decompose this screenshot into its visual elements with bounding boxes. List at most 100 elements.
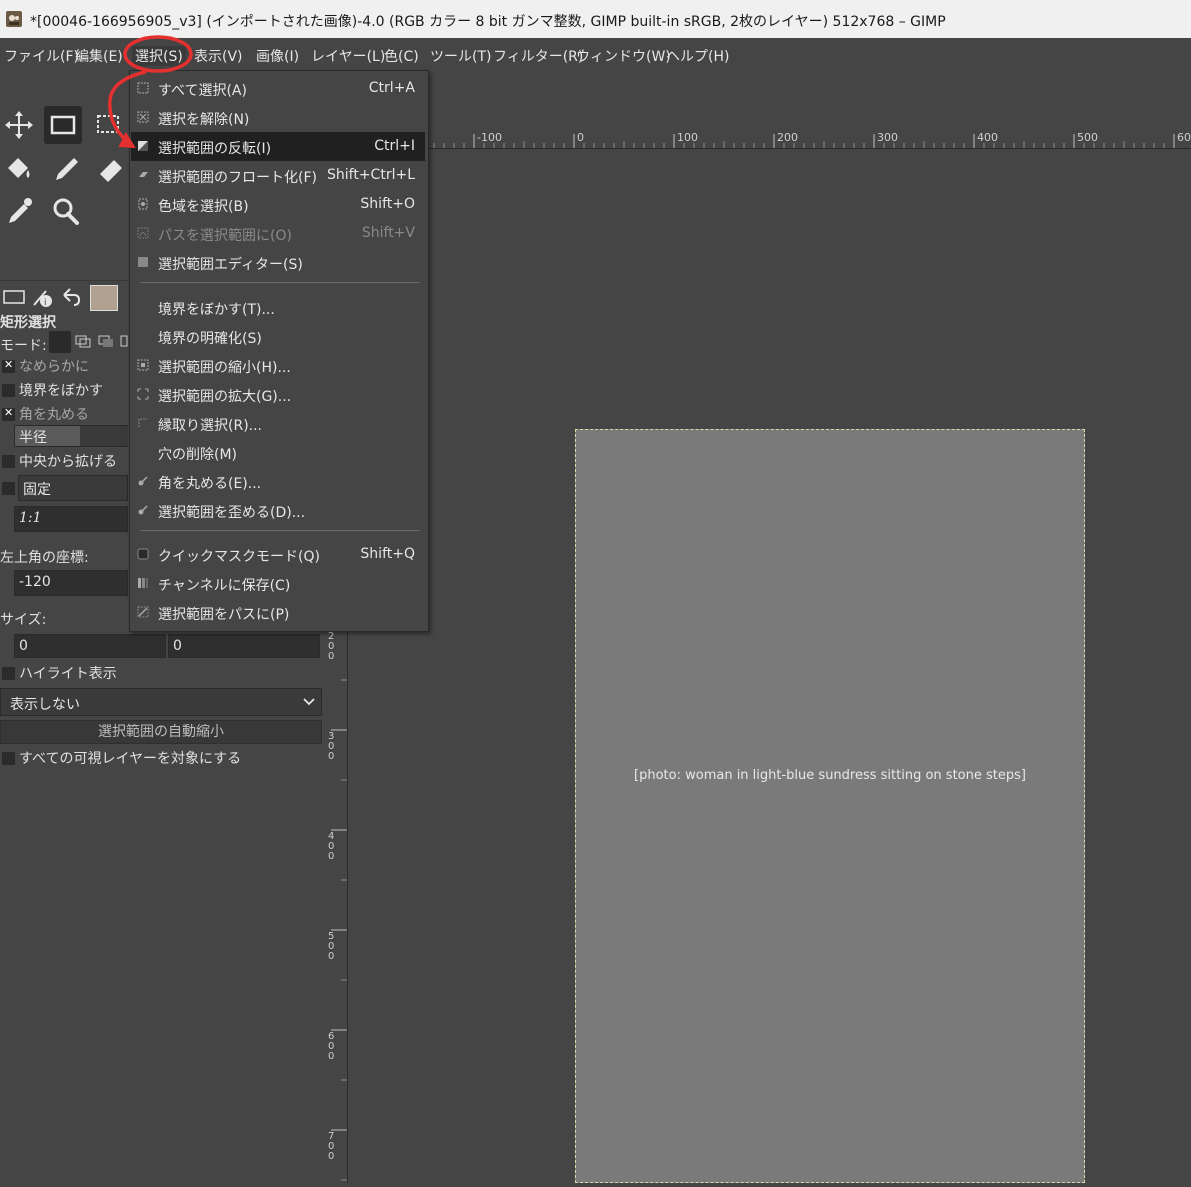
h-tick-label: 500 [1077, 131, 1098, 144]
h-tick-label: 0 [577, 131, 584, 144]
move-tool-icon[interactable] [0, 106, 38, 144]
select-none-icon [137, 111, 149, 123]
menu-filters[interactable]: フィルター(R) [493, 46, 583, 66]
sample-merged-label: すべての可視レイヤーを対象にする [19, 751, 242, 767]
horizontal-ruler: -100 0 100 200 300 400 500 600 [427, 130, 1191, 149]
ratio-value: 1:1 [19, 510, 42, 526]
window-title: *[00046-166956905_v3] (インポートされた画像)-4.0 (… [30, 14, 946, 30]
v-tick-label: 700 [328, 1131, 335, 1162]
position-x-value: -120 [19, 574, 51, 590]
menu-item-selection-to-path[interactable]: 選択範囲をパスに(P) [131, 598, 425, 627]
menu-item-path-to-selection[interactable]: パスを選択範囲に(O) Shift+V [131, 219, 425, 248]
distort-selection-icon [138, 505, 148, 515]
menu-select[interactable]: 選択(S) [132, 46, 186, 66]
v-tick-label: 400 [328, 831, 335, 862]
menu-item-float-selection[interactable]: 選択範囲のフロート化(F) Shift+Ctrl+L [131, 161, 425, 190]
sample-merged-checkbox[interactable] [2, 752, 15, 765]
feather-checkbox[interactable] [2, 384, 15, 397]
menu-item-quick-mask[interactable]: クイックマスクモード(Q) Shift+Q [131, 540, 425, 569]
menu-item-save-to-channel[interactable]: チャンネルに保存(C) [131, 569, 425, 598]
tool-options-tab-icon[interactable] [2, 285, 26, 309]
color-picker-tool-icon[interactable] [0, 192, 38, 230]
menu-item-distort[interactable]: 選択範囲を歪める(D)... [131, 496, 425, 525]
menu-item-sharpen[interactable]: 境界の明確化(S) [131, 322, 425, 351]
fixed-mode-select[interactable]: 固定 [18, 475, 128, 501]
menu-item-border[interactable]: 縁取り選択(R)... [131, 409, 425, 438]
menu-item-remove-holes[interactable]: 穴の削除(M) [131, 438, 425, 467]
bucket-fill-tool-icon[interactable] [0, 150, 38, 188]
menu-windows[interactable]: ウィンドウ(W) [576, 46, 671, 66]
menu-tools[interactable]: ツール(T) [430, 46, 491, 66]
float-selection-icon [139, 172, 148, 177]
menu-colors[interactable]: 色(C) [384, 46, 419, 66]
mode-intersect-icon[interactable] [120, 334, 128, 350]
menu-item-select-by-color[interactable]: 色域を選択(B) Shift+O [131, 190, 425, 219]
size-width-value: 0 [19, 638, 28, 654]
radius-slider-track [80, 426, 128, 446]
v-ruler-ticks [331, 629, 347, 1181]
radius-label: 半径 [19, 430, 47, 446]
save-to-channel-icon [138, 578, 148, 588]
tool-name: 矩形選択 [0, 315, 56, 331]
selection-editor-icon [138, 257, 148, 267]
menu-item-grow[interactable]: 選択範囲の拡大(G)... [131, 380, 425, 409]
menu-item-shrink[interactable]: 選択範囲の縮小(H)... [131, 351, 425, 380]
image-placeholder-label: [photo: woman in light-blue sundress sit… [634, 768, 1026, 784]
menu-image[interactable]: 画像(I) [256, 46, 299, 66]
menu-help[interactable]: ヘルプ(H) [666, 46, 729, 66]
select-menu: すべて選択(A) Ctrl+A 選択を解除(N) 選択範囲の反転(I) Ctrl… [129, 70, 429, 632]
menu-view[interactable]: 表示(V) [194, 46, 243, 66]
menu-edit[interactable]: 編集(E) [75, 46, 123, 66]
ratio-field[interactable]: 1:1 [14, 506, 128, 532]
highlight-checkbox[interactable] [2, 667, 15, 680]
menu-layer[interactable]: レイヤー(L) [311, 46, 385, 66]
rounded-rectangle-icon [138, 476, 148, 486]
image-thumbnail-tab[interactable] [90, 285, 118, 311]
menu-item-selection-editor[interactable]: 選択範囲エディター(S) [131, 248, 425, 277]
antialias-checkbox[interactable] [2, 358, 15, 373]
undo-history-tab-icon[interactable] [58, 285, 82, 309]
rectangle-select-tool-icon[interactable] [44, 106, 82, 144]
menu-item-select-all[interactable]: すべて選択(A) Ctrl+A [131, 74, 425, 103]
selection-to-path-icon [137, 606, 149, 618]
menu-item-feather[interactable]: 境界をぼかす(T)... [131, 293, 425, 322]
position-label: 左上角の座標: [0, 550, 89, 566]
h-tick-label: 200 [777, 131, 798, 144]
vertical-ruler: 200 300 400 500 600 700 [325, 629, 348, 1183]
menu-item-rounded-rectangle[interactable]: 角を丸める(E)... [131, 467, 425, 496]
h-tick-label: 300 [877, 131, 898, 144]
size-width-field[interactable]: 0 [14, 634, 166, 658]
eraser-tool-icon[interactable] [92, 150, 130, 188]
device-status-tab-icon[interactable]: i [30, 285, 54, 309]
chevron-down-icon [303, 698, 315, 706]
zoom-tool-icon[interactable] [46, 192, 84, 230]
mode-subtract-icon[interactable] [97, 334, 115, 350]
transform-tool-icon[interactable] [92, 106, 130, 144]
menu-item-select-none[interactable]: 選択を解除(N) [131, 103, 425, 132]
menu-item-invert-selection[interactable]: 選択範囲の反転(I) Ctrl+I [131, 132, 425, 161]
gimp-icon [6, 11, 22, 27]
guides-dropdown[interactable]: 表示しない [0, 688, 322, 716]
menu-file[interactable]: ファイル(F) [4, 46, 79, 66]
canvas-image[interactable]: [photo: woman in light-blue sundress sit… [575, 429, 1085, 1183]
invert-selection-icon [138, 141, 148, 151]
guides-value: 表示しない [10, 697, 80, 713]
h-tick-label: 400 [977, 131, 998, 144]
toolbox [0, 70, 128, 280]
shrink-selection-icon [137, 359, 149, 371]
mode-add-icon[interactable] [74, 334, 92, 350]
size-label: サイズ: [0, 612, 47, 628]
paintbrush-tool-icon[interactable] [46, 150, 84, 188]
menu-separator [140, 282, 420, 283]
v-tick-label: 500 [328, 931, 335, 962]
round-corners-checkbox[interactable] [2, 406, 15, 421]
title-bar: *[00046-166956905_v3] (インポートされた画像)-4.0 (… [0, 0, 1191, 38]
mode-replace-button[interactable] [49, 331, 71, 353]
round-corners-label: 角を丸める [19, 407, 89, 423]
position-x-field[interactable]: -120 [14, 570, 128, 596]
expand-center-checkbox[interactable] [2, 455, 15, 468]
select-by-color-icon [138, 198, 148, 210]
auto-shrink-button[interactable]: 選択範囲の自動縮小 [0, 720, 322, 744]
fixed-checkbox[interactable] [2, 482, 15, 495]
size-height-field[interactable]: 0 [168, 634, 320, 658]
